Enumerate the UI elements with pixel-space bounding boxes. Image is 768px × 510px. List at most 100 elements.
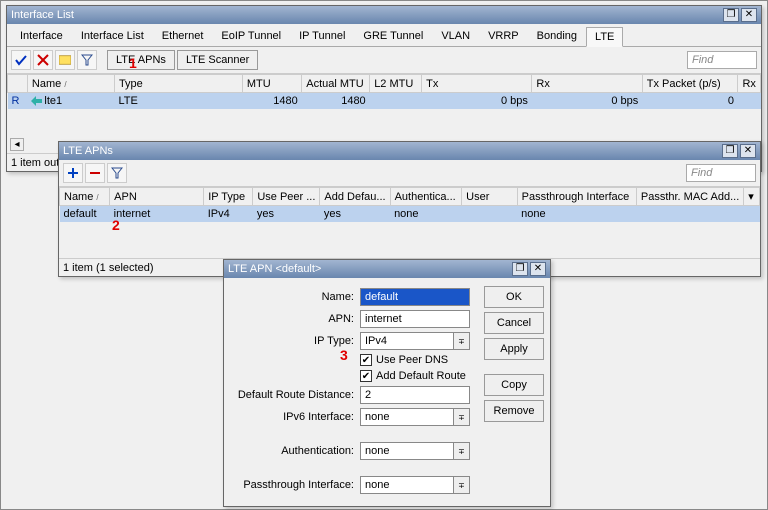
interface-list-title: Interface List xyxy=(11,9,723,21)
tab-bonding[interactable]: Bonding xyxy=(528,26,586,46)
enable-button[interactable] xyxy=(11,50,31,70)
tabs-bar: Interface Interface List Ethernet EoIP T… xyxy=(7,24,761,47)
tab-interface[interactable]: Interface xyxy=(11,26,72,46)
apply-button[interactable]: Apply xyxy=(484,338,544,360)
checkbox-adddef[interactable]: ✔ xyxy=(360,370,372,382)
label-peerdns: Use Peer DNS xyxy=(376,354,448,366)
col-mtu[interactable]: MTU xyxy=(242,75,301,93)
window-close-button[interactable]: ✕ xyxy=(530,262,546,276)
window-restore-button[interactable]: ❐ xyxy=(512,262,528,276)
col-iptype[interactable]: IP Type xyxy=(204,188,253,206)
tab-eoip[interactable]: EoIP Tunnel xyxy=(212,26,290,46)
copy-button[interactable]: Copy xyxy=(484,374,544,396)
cancel-button[interactable]: Cancel xyxy=(484,312,544,334)
field-apn[interactable]: internet xyxy=(360,310,470,328)
lte-apns-window: LTE APNs ❐ ✕ Find Name / APN IP Type Use… xyxy=(58,141,761,277)
tab-lte[interactable]: LTE xyxy=(586,27,623,47)
filter-button[interactable] xyxy=(77,50,97,70)
toolbar: LTE APNs LTE Scanner Find xyxy=(7,47,761,74)
cell-tx: 0 bps xyxy=(422,93,532,110)
interface-list-titlebar[interactable]: Interface List ❐ ✕ xyxy=(7,6,761,24)
tab-ethernet[interactable]: Ethernet xyxy=(153,26,213,46)
window-close-button[interactable]: ✕ xyxy=(740,144,756,158)
col-peerdns[interactable]: Use Peer ... xyxy=(253,188,320,206)
ok-button[interactable]: OK xyxy=(484,286,544,308)
col-auth[interactable]: Authentica... xyxy=(390,188,462,206)
col-user[interactable]: User xyxy=(462,188,517,206)
label-iptype: IP Type: xyxy=(230,335,360,347)
filter-button[interactable] xyxy=(107,163,127,183)
col-ptmac[interactable]: Passthr. MAC Add... xyxy=(636,188,743,206)
col-rxp[interactable]: Rx xyxy=(738,75,761,93)
cell-type: LTE xyxy=(114,93,242,110)
disable-button[interactable] xyxy=(33,50,53,70)
lte-scanner-button[interactable]: LTE Scanner xyxy=(177,50,258,70)
field-name[interactable]: default xyxy=(360,288,470,306)
label-auth: Authentication: xyxy=(230,445,360,457)
find-input[interactable]: Find xyxy=(687,51,757,69)
col-adddef[interactable]: Add Defau... xyxy=(320,188,390,206)
cell-peerdns: yes xyxy=(253,206,320,223)
lte-apns-button[interactable]: LTE APNs xyxy=(107,50,175,70)
col-type[interactable]: Type xyxy=(114,75,242,93)
col-ptif[interactable]: Passthrough Interface xyxy=(517,188,636,206)
remove-button[interactable] xyxy=(85,163,105,183)
cell-user xyxy=(462,206,517,223)
col-menu[interactable]: ▾ xyxy=(744,188,760,206)
lte-apn-detail-title: LTE APN <default> xyxy=(228,263,512,275)
cell-name: default xyxy=(60,206,110,223)
lte-apn-detail-titlebar[interactable]: LTE APN <default> ❐ ✕ xyxy=(224,260,550,278)
table-header-row: Name / APN IP Type Use Peer ... Add Defa… xyxy=(60,188,760,206)
window-restore-button[interactable]: ❐ xyxy=(723,8,739,22)
apn-row-default[interactable]: default internet IPv4 yes yes none none xyxy=(60,206,760,223)
col-name[interactable]: Name / xyxy=(60,188,110,206)
cell-auth: none xyxy=(390,206,462,223)
col-rx[interactable]: Rx xyxy=(532,75,642,93)
field-auth[interactable]: none xyxy=(360,442,454,460)
add-button[interactable] xyxy=(63,163,83,183)
pt-dropdown-icon[interactable]: ∓ xyxy=(454,476,470,494)
window-restore-button[interactable]: ❐ xyxy=(722,144,738,158)
cell-ptmac xyxy=(636,206,743,223)
checkbox-peerdns[interactable]: ✔ xyxy=(360,354,372,366)
comment-button[interactable] xyxy=(55,50,75,70)
find-input[interactable]: Find xyxy=(686,164,756,182)
iptype-dropdown-icon[interactable]: ∓ xyxy=(454,332,470,350)
lte-apn-detail-window: LTE APN <default> ❐ ✕ Name: default APN:… xyxy=(223,259,551,507)
col-actual-mtu[interactable]: Actual MTU xyxy=(302,75,370,93)
window-close-button[interactable]: ✕ xyxy=(741,8,757,22)
tab-ip-tunnel[interactable]: IP Tunnel xyxy=(290,26,354,46)
cell-name: lte1 xyxy=(27,93,114,110)
tab-interface-list[interactable]: Interface List xyxy=(72,26,153,46)
tab-vlan[interactable]: VLAN xyxy=(432,26,479,46)
cell-rx: 0 bps xyxy=(532,93,642,110)
side-button-column: OK Cancel Apply Copy Remove xyxy=(484,286,544,422)
col-txp[interactable]: Tx Packet (p/s) xyxy=(642,75,738,93)
lte-iface-icon xyxy=(31,96,42,107)
lte-apns-title: LTE APNs xyxy=(63,145,722,157)
interface-row-lte1[interactable]: R lte1 LTE 1480 1480 0 bps 0 bps 0 xyxy=(8,93,761,110)
field-pt[interactable]: none xyxy=(360,476,454,494)
ipv6-dropdown-icon[interactable]: ∓ xyxy=(454,408,470,426)
cell-flag: R xyxy=(8,93,28,110)
col-l2mtu[interactable]: L2 MTU xyxy=(370,75,422,93)
table-header-row: Name / Type MTU Actual MTU L2 MTU Tx Rx … xyxy=(8,75,761,93)
col-flag[interactable] xyxy=(8,75,28,93)
col-tx[interactable]: Tx xyxy=(422,75,532,93)
label-adddef: Add Default Route xyxy=(376,370,466,382)
field-drd[interactable]: 2 xyxy=(360,386,470,404)
col-apn[interactable]: APN xyxy=(110,188,204,206)
scroll-left-button[interactable]: ◂ xyxy=(10,138,24,151)
lte-apns-titlebar[interactable]: LTE APNs ❐ ✕ xyxy=(59,142,760,160)
cell-iptype: IPv4 xyxy=(204,206,253,223)
remove-button[interactable]: Remove xyxy=(484,400,544,422)
cell-apn: internet xyxy=(110,206,204,223)
tab-gre[interactable]: GRE Tunnel xyxy=(354,26,432,46)
apns-table: Name / APN IP Type Use Peer ... Add Defa… xyxy=(59,187,760,222)
field-ipv6[interactable]: none xyxy=(360,408,454,426)
auth-dropdown-icon[interactable]: ∓ xyxy=(454,442,470,460)
col-name[interactable]: Name / xyxy=(27,75,114,93)
tab-vrrp[interactable]: VRRP xyxy=(479,26,528,46)
field-iptype[interactable]: IPv4 xyxy=(360,332,454,350)
cell-mtu: 1480 xyxy=(242,93,301,110)
